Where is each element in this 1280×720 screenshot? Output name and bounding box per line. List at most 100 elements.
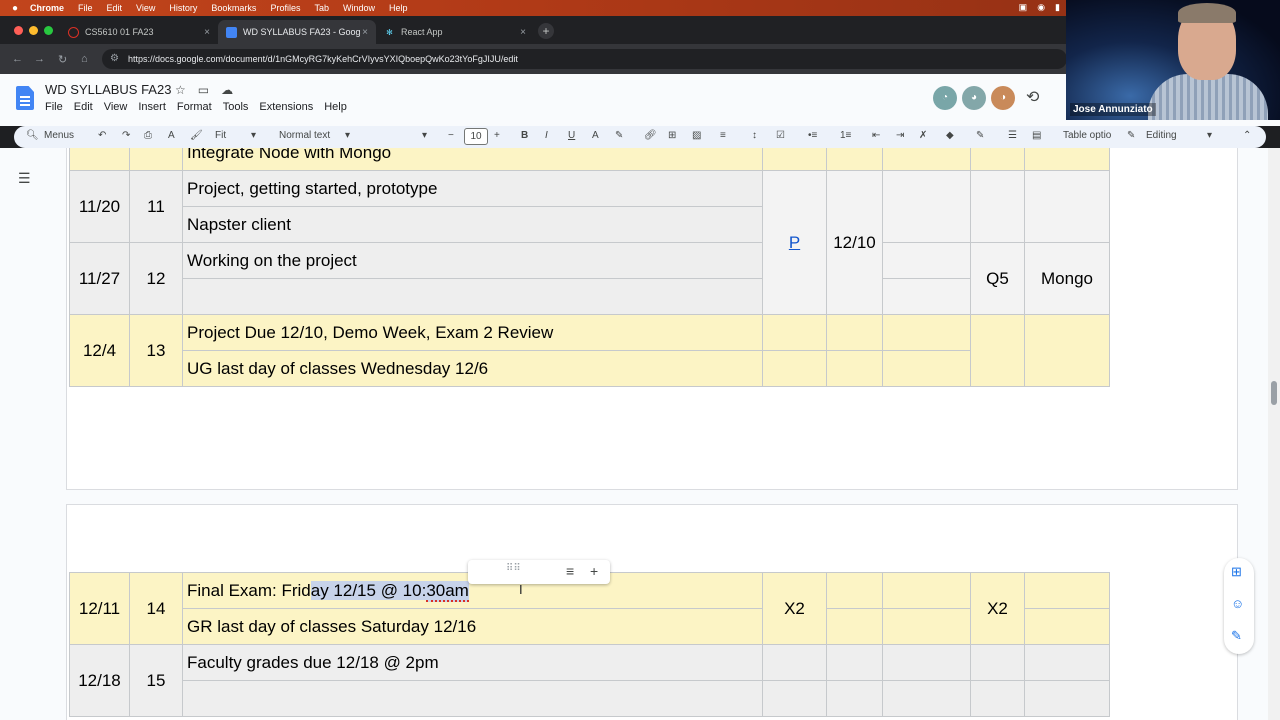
table-cell[interactable]: [1024, 148, 1110, 171]
tech-cell[interactable]: Mongo: [1024, 242, 1110, 315]
table-cell[interactable]: [1024, 170, 1110, 243]
table-cell[interactable]: [762, 680, 827, 717]
table-cell[interactable]: [882, 242, 971, 279]
zoom-select[interactable]: Fit: [215, 130, 226, 141]
table-cell[interactable]: [970, 314, 1025, 387]
docs-menu-extensions[interactable]: Extensions: [259, 101, 313, 113]
new-tab-button[interactable]: +: [538, 23, 554, 39]
table-cell[interactable]: [1024, 680, 1110, 717]
redo-icon[interactable]: ↷: [122, 130, 130, 141]
close-window-button[interactable]: [14, 26, 23, 35]
italic-icon[interactable]: I: [545, 130, 548, 141]
table-cell[interactable]: [826, 350, 883, 387]
cell-fill-color-icon[interactable]: ◆: [946, 130, 954, 141]
anonymous-user-avatar[interactable]: ◑: [991, 86, 1015, 110]
add-row-icon[interactable]: +: [590, 563, 598, 579]
docs-menu-format[interactable]: Format: [177, 101, 212, 113]
font-size-field[interactable]: 10: [464, 128, 488, 145]
decrease-font-size-icon[interactable]: −: [448, 130, 454, 141]
menu-history[interactable]: History: [169, 3, 197, 13]
back-icon[interactable]: ←: [12, 53, 23, 65]
border-dash-icon[interactable]: ▤: [1032, 130, 1041, 141]
menu-view[interactable]: View: [136, 3, 155, 13]
date-cell[interactable]: 12/4: [69, 314, 130, 387]
highlight-color-icon[interactable]: ✎: [615, 130, 623, 141]
scrollbar-thumb[interactable]: [1271, 381, 1277, 405]
text-color-icon[interactable]: A: [592, 130, 599, 141]
bulleted-list-icon[interactable]: •≡: [808, 130, 817, 141]
tab-close-icon[interactable]: ×: [204, 27, 210, 38]
table-cell[interactable]: [882, 644, 971, 681]
table-cell[interactable]: [826, 608, 883, 645]
font-select-chevron-icon[interactable]: ▾: [422, 130, 427, 141]
reload-icon[interactable]: ↻: [58, 53, 67, 66]
table-cell[interactable]: [882, 148, 971, 171]
docs-menu-edit[interactable]: Edit: [74, 101, 93, 113]
print-icon[interactable]: ⎙: [144, 130, 152, 141]
move-folder-icon[interactable]: ▭: [198, 83, 209, 97]
bold-icon[interactable]: B: [521, 130, 528, 141]
add-comment-icon[interactable]: ⊞: [668, 130, 676, 141]
table-cell[interactable]: [970, 170, 1025, 243]
docs-menu-file[interactable]: File: [45, 101, 63, 113]
week-cell[interactable]: 14: [129, 572, 183, 645]
table-cell[interactable]: [1024, 644, 1110, 681]
numbered-list-icon[interactable]: 1≡: [840, 130, 851, 141]
cloud-status-icon[interactable]: ☁: [221, 83, 233, 97]
anonymous-user-avatar[interactable]: ◔: [933, 86, 957, 110]
table-cell[interactable]: [826, 644, 883, 681]
topic-cell[interactable]: Project Due 12/10, Demo Week, Exam 2 Rev…: [182, 314, 763, 351]
tab-close-icon[interactable]: ×: [362, 27, 368, 38]
menu-chrome[interactable]: Chrome: [30, 3, 64, 13]
table-cell[interactable]: [762, 314, 827, 351]
table-cell[interactable]: [970, 644, 1025, 681]
document-title[interactable]: WD SYLLABUS FA23: [45, 82, 171, 97]
docs-logo-icon[interactable]: [16, 86, 34, 110]
topic-cell[interactable]: Project, getting started, prototype: [182, 170, 763, 207]
decrease-indent-icon[interactable]: ⇤: [872, 130, 880, 141]
url-field[interactable]: ⚙ https://docs.google.com/document/d/1nG…: [102, 49, 1067, 69]
tab-close-icon[interactable]: ×: [520, 27, 526, 38]
menu-help[interactable]: Help: [389, 3, 408, 13]
due-date-cell[interactable]: 12/10: [826, 170, 883, 315]
menu-profiles[interactable]: Profiles: [270, 3, 300, 13]
table-cell[interactable]: [826, 572, 883, 609]
table-cell[interactable]: [1024, 314, 1110, 387]
docs-menu-insert[interactable]: Insert: [138, 101, 166, 113]
table-cell[interactable]: [762, 350, 827, 387]
table-cell[interactable]: [882, 680, 971, 717]
undo-icon[interactable]: ↶: [98, 130, 106, 141]
docs-menu-help[interactable]: Help: [324, 101, 347, 113]
table-cell[interactable]: [1024, 572, 1110, 609]
insert-image-icon[interactable]: ▨: [692, 130, 701, 141]
topic-cell[interactable]: Integrate Node with Mongo: [182, 148, 763, 171]
topic-cell[interactable]: [182, 278, 763, 315]
table-cell[interactable]: [69, 148, 130, 171]
record-status-icon[interactable]: ◉: [1037, 2, 1045, 13]
site-info-icon[interactable]: ⚙: [110, 49, 119, 69]
menu-tab[interactable]: Tab: [314, 3, 329, 13]
tab-react-app[interactable]: ✻ React App ×: [376, 20, 534, 44]
forward-icon[interactable]: →: [34, 53, 45, 65]
editing-mode-select[interactable]: Editing: [1146, 130, 1177, 141]
week-cell[interactable]: 11: [129, 170, 183, 243]
table-cell[interactable]: [826, 314, 883, 351]
menu-bookmarks[interactable]: Bookmarks: [211, 3, 256, 13]
underline-icon[interactable]: U: [568, 130, 575, 141]
increase-indent-icon[interactable]: ⇥: [896, 130, 904, 141]
project-link-cell[interactable]: P: [762, 170, 827, 315]
topic-cell[interactable]: UG last day of classes Wednesday 12/6: [182, 350, 763, 387]
table-cell[interactable]: [762, 644, 827, 681]
exam-cell[interactable]: X2: [762, 572, 827, 645]
drag-handle-icon[interactable]: ⠿⠿: [506, 563, 521, 574]
table-cell[interactable]: [882, 350, 971, 387]
vertical-scrollbar[interactable]: [1268, 148, 1280, 720]
topic-cell[interactable]: Napster client: [182, 206, 763, 243]
table-cell[interactable]: [1024, 608, 1110, 645]
week-cell[interactable]: 12: [129, 242, 183, 315]
border-width-icon[interactable]: ☰: [1008, 130, 1017, 141]
insert-link-icon[interactable]: 🔗︎: [644, 130, 657, 141]
table-cell[interactable]: [762, 148, 827, 171]
docs-menu-tools[interactable]: Tools: [223, 101, 249, 113]
topic-cell[interactable]: Working on the project: [182, 242, 763, 279]
